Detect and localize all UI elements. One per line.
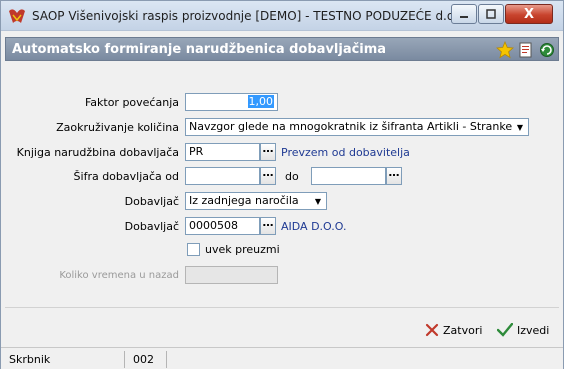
- minimize-icon: [460, 16, 468, 18]
- window-title: SAOP Višenivojski raspis proizvodnje [DE…: [32, 9, 466, 23]
- section-header: Automatsko formiranje narudžbenica dobav…: [5, 37, 559, 61]
- sifra-to-label: do: [285, 170, 299, 183]
- maximize-button[interactable]: [478, 4, 504, 24]
- close-window-button[interactable]: X: [505, 4, 553, 24]
- status-bar: Skrbnik 002: [1, 347, 563, 369]
- uvek-preuzmi-label: uvek preuzmi: [205, 243, 280, 256]
- sifra-to-browse-button[interactable]: …: [386, 167, 402, 185]
- koliko-input: [185, 266, 278, 284]
- faktor-input[interactable]: 1,00: [185, 93, 278, 111]
- checkmark-icon: [497, 323, 513, 337]
- status-code: 002: [129, 351, 167, 368]
- chevron-down-icon[interactable]: ▼: [512, 119, 528, 135]
- sifra-from-browse-button[interactable]: …: [260, 167, 276, 185]
- dialog-window: SAOP Višenivojski raspis proizvodnje [DE…: [0, 0, 564, 369]
- star-icon[interactable]: [496, 41, 514, 59]
- zatvori-label: Zatvori: [443, 323, 483, 337]
- dobavljac-mode-value: Iz zadnjega naročila: [189, 194, 299, 207]
- uvek-preuzmi-checkbox[interactable]: [187, 243, 200, 256]
- sifra-to-input[interactable]: [311, 167, 386, 185]
- app-logo-icon: [9, 9, 25, 23]
- knjiga-label: Knjiga narudžbina dobavljača: [16, 146, 179, 159]
- zaokruzivanje-label: Zaokruživanje količina: [56, 121, 179, 134]
- dobavljac-browse-button[interactable]: …: [260, 217, 276, 235]
- zatvori-button[interactable]: Zatvori: [425, 319, 482, 341]
- refresh-icon[interactable]: [538, 41, 556, 59]
- dobavljac-mode-select[interactable]: Iz zadnjega naročila ▼: [185, 192, 327, 210]
- page-title: Automatsko formiranje narudžbenica dobav…: [12, 42, 387, 57]
- zaokruzivanje-select[interactable]: Navzgor glede na mnogokratnik iz šifrant…: [185, 118, 529, 136]
- knjiga-input[interactable]: PR: [185, 143, 260, 161]
- knjiga-link[interactable]: Prevzem od dobavitelja: [281, 146, 410, 159]
- dobavljac-value: 0000508: [189, 219, 238, 232]
- maximize-icon: [486, 9, 496, 19]
- divider: [5, 307, 559, 308]
- minimize-button[interactable]: [451, 4, 477, 24]
- zaokruzivanje-value: Navzgor glede na mnogokratnik iz šifrant…: [189, 120, 513, 133]
- dobavljac-input[interactable]: 0000508: [185, 217, 260, 235]
- koliko-label: Koliko vremena u nazad: [59, 270, 179, 281]
- izvedi-label: Izvedi: [517, 323, 550, 337]
- knjiga-browse-button[interactable]: …: [260, 143, 276, 161]
- sifra-from-label: Šifra dobavljača od: [73, 170, 179, 183]
- knjiga-value: PR: [189, 145, 204, 158]
- dobavljac-label: Dobavljač: [124, 220, 179, 233]
- status-user: Skrbnik: [5, 351, 125, 368]
- izvedi-button[interactable]: Izvedi: [497, 319, 549, 341]
- dobavljac-link[interactable]: AIDA D.O.O.: [281, 220, 346, 233]
- dobavljac-mode-label: Dobavljač: [124, 195, 179, 208]
- document-icon[interactable]: [517, 41, 535, 59]
- sifra-from-input[interactable]: [185, 167, 260, 185]
- faktor-value: 1,00: [247, 95, 274, 108]
- title-bar[interactable]: SAOP Višenivojski raspis proizvodnje [DE…: [1, 1, 563, 31]
- close-icon: X: [523, 6, 535, 22]
- close-icon: [425, 323, 439, 337]
- chevron-down-icon[interactable]: ▼: [310, 193, 326, 209]
- faktor-label: Faktor povećanja: [84, 96, 179, 109]
